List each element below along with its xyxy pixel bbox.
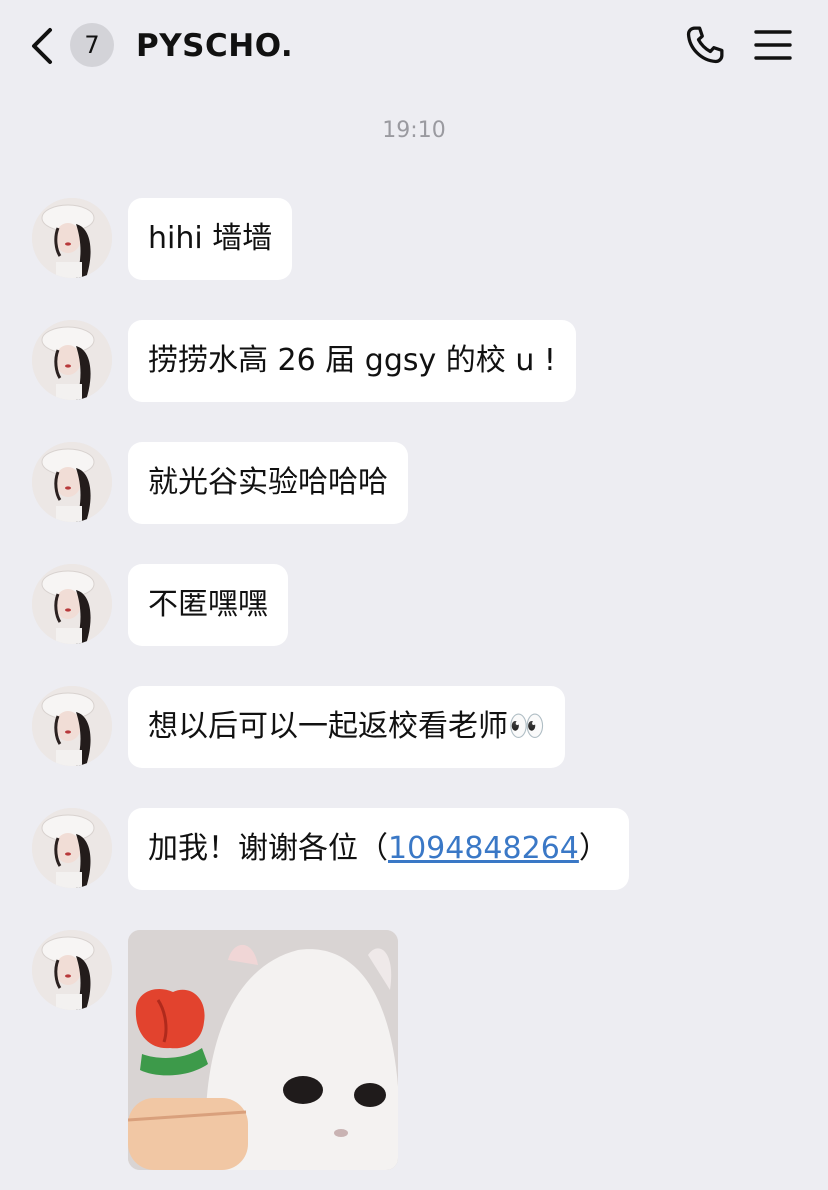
- phone-icon: [686, 26, 724, 64]
- message-bubble[interactable]: 就光谷实验哈哈哈: [128, 442, 408, 524]
- sticker-image-message[interactable]: [128, 930, 398, 1170]
- message-bubble[interactable]: 加我！谢谢各位（1094848264）: [128, 808, 629, 890]
- message-bubble[interactable]: 捞捞水高 26 届 ggsy 的校 u !: [128, 320, 576, 402]
- message-text: 加我！谢谢各位（: [148, 831, 388, 866]
- chat-header: 7 PYSCHO.: [0, 0, 828, 92]
- avatar[interactable]: [32, 198, 112, 278]
- avatar[interactable]: [32, 686, 112, 766]
- phone-number-link[interactable]: 1094848264: [388, 831, 579, 866]
- call-button[interactable]: [682, 22, 728, 68]
- message-bubble[interactable]: 想以后可以一起返校看老师👀: [128, 686, 566, 768]
- message-bubble[interactable]: 不匿嘿嘿: [128, 564, 288, 646]
- message-timestamp: 19:10: [382, 118, 446, 143]
- menu-icon: [754, 30, 792, 60]
- avatar[interactable]: [32, 564, 112, 644]
- message-text: ）: [578, 831, 609, 866]
- message-bubble[interactable]: hihi 墙墙: [128, 198, 293, 280]
- chevron-left-icon: [32, 28, 52, 64]
- menu-button[interactable]: [752, 26, 794, 64]
- avatar[interactable]: [32, 930, 112, 1010]
- avatar[interactable]: [32, 442, 112, 522]
- chat-title[interactable]: PYSCHO.: [136, 24, 293, 68]
- avatar[interactable]: [32, 320, 112, 400]
- chat-screen: 7 PYSCHO. 19:10 hihi 墙墙 捞捞水高 26 届 ggsy 的…: [0, 0, 828, 1190]
- avatar[interactable]: [32, 808, 112, 888]
- unread-count-badge[interactable]: 7: [70, 23, 114, 67]
- cat-with-rose-sticker: [128, 930, 398, 1170]
- back-button[interactable]: [26, 24, 60, 68]
